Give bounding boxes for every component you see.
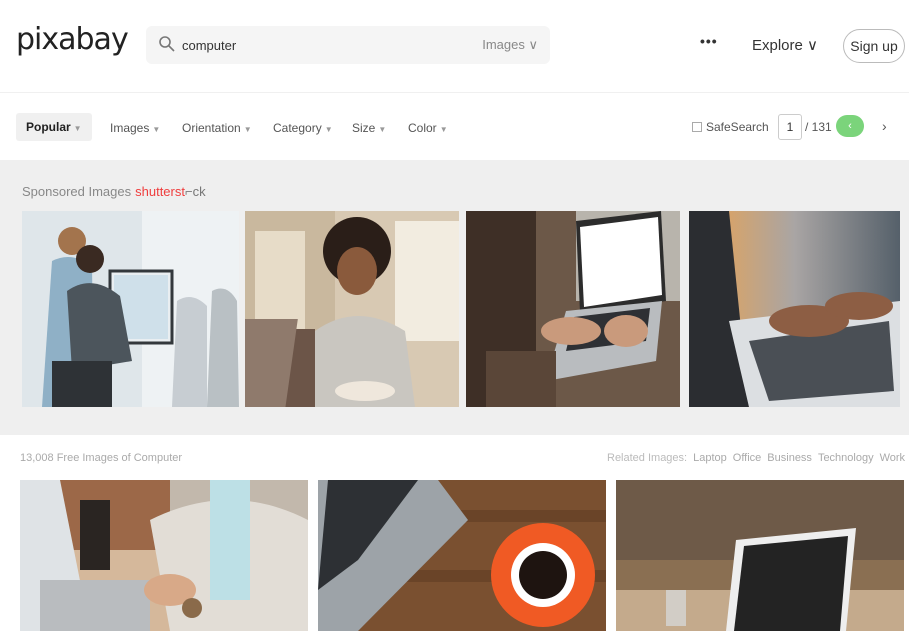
search-input[interactable] [182,32,442,58]
caret-down-icon: ▼ [378,125,387,134]
checkbox-icon[interactable] [692,122,702,132]
filter-size[interactable]: Size ▼ [352,121,386,135]
result-image-laptop-cafe[interactable] [616,480,904,631]
related-label: Related Images: [607,452,688,464]
shutterstock-logo-a: shutterst [135,184,185,199]
more-menu-button[interactable]: ••• [700,33,718,49]
related-tag[interactable]: Work [880,452,905,464]
related-tag[interactable]: Laptop [693,452,727,464]
search-type-dropdown[interactable]: Images ∨ [482,37,538,53]
result-image-laptop-desk[interactable] [20,480,308,631]
search-bar[interactable]: Images ∨ [146,26,550,64]
related-tag[interactable]: Office [733,452,762,464]
caret-down-icon: ▼ [439,125,448,134]
related-tag[interactable]: Technology [818,452,874,464]
laptop-desk-photo [20,480,308,631]
search-icon [159,36,175,52]
laptop-hands-photo [466,211,680,407]
top-header: pixabay Images ∨ ••• Explore ∨ Sign up [0,0,909,92]
office-photo [22,211,239,407]
sponsored-label-text: Sponsored Images [22,184,132,199]
filter-color[interactable]: Color ▼ [408,121,448,135]
related-tag[interactable]: Business [767,452,812,464]
results-count: 13,008 Free Images of Computer [20,452,183,464]
filter-orientation-label: Orientation [182,121,241,135]
sponsored-image-laptop-sunset[interactable] [689,211,900,407]
result-image-keyboard-coffee[interactable] [318,480,606,631]
shutterstock-logo-b: ⌐ck [184,184,206,199]
caret-down-icon: ▼ [324,125,333,134]
page-number-input[interactable]: 1 [778,114,802,140]
sponsored-image-office[interactable] [22,211,239,407]
caret-down-icon: ▼ [152,125,161,134]
filter-size-label: Size [352,121,376,135]
results-bar: 13,008 Free Images of Computer Related I… [0,440,909,480]
sponsored-image-laptop-hands[interactable] [466,211,680,407]
laptop-sunset-photo [689,211,900,407]
sponsored-section: Sponsored Images shutterst⌐ck [0,160,909,435]
related-images: Related Images: Laptop Office Business T… [607,452,905,464]
shutterstock-logo[interactable]: shutterst⌐ck [135,184,205,199]
filter-category[interactable]: Category ▼ [273,121,333,135]
safesearch-label: SafeSearch [706,120,769,134]
filter-images[interactable]: Images ▼ [110,121,160,135]
signup-button[interactable]: Sign up [843,29,905,63]
sponsored-label: Sponsored Images shutterst⌐ck [22,184,206,199]
laptop-cafe-photo [616,480,904,631]
caret-down-icon: ▼ [73,124,82,133]
sponsored-image-woman[interactable] [245,211,459,407]
explore-menu[interactable]: Explore ∨ [752,36,818,54]
filter-popular-label: Popular [26,120,71,134]
keyboard-coffee-photo [318,480,606,631]
caret-down-icon: ▼ [243,125,252,134]
filter-orientation[interactable]: Orientation ▼ [182,121,252,135]
next-page-button[interactable]: ‹ [836,115,864,137]
filter-popular[interactable]: Popular ▼ [16,113,92,141]
pixabay-logo[interactable]: pixabay [16,22,129,57]
filter-color-label: Color [408,121,437,135]
chevron-right-icon[interactable]: › [882,118,887,134]
safesearch-toggle[interactable]: SafeSearch [692,120,769,134]
filter-bar: Popular ▼ Images ▼ Orientation ▼ Category ▼ … [0,92,909,160]
filter-category-label: Category [273,121,322,135]
page-total: / 131 [805,120,832,134]
filter-images-label: Images [110,121,150,135]
woman-photo [245,211,459,407]
